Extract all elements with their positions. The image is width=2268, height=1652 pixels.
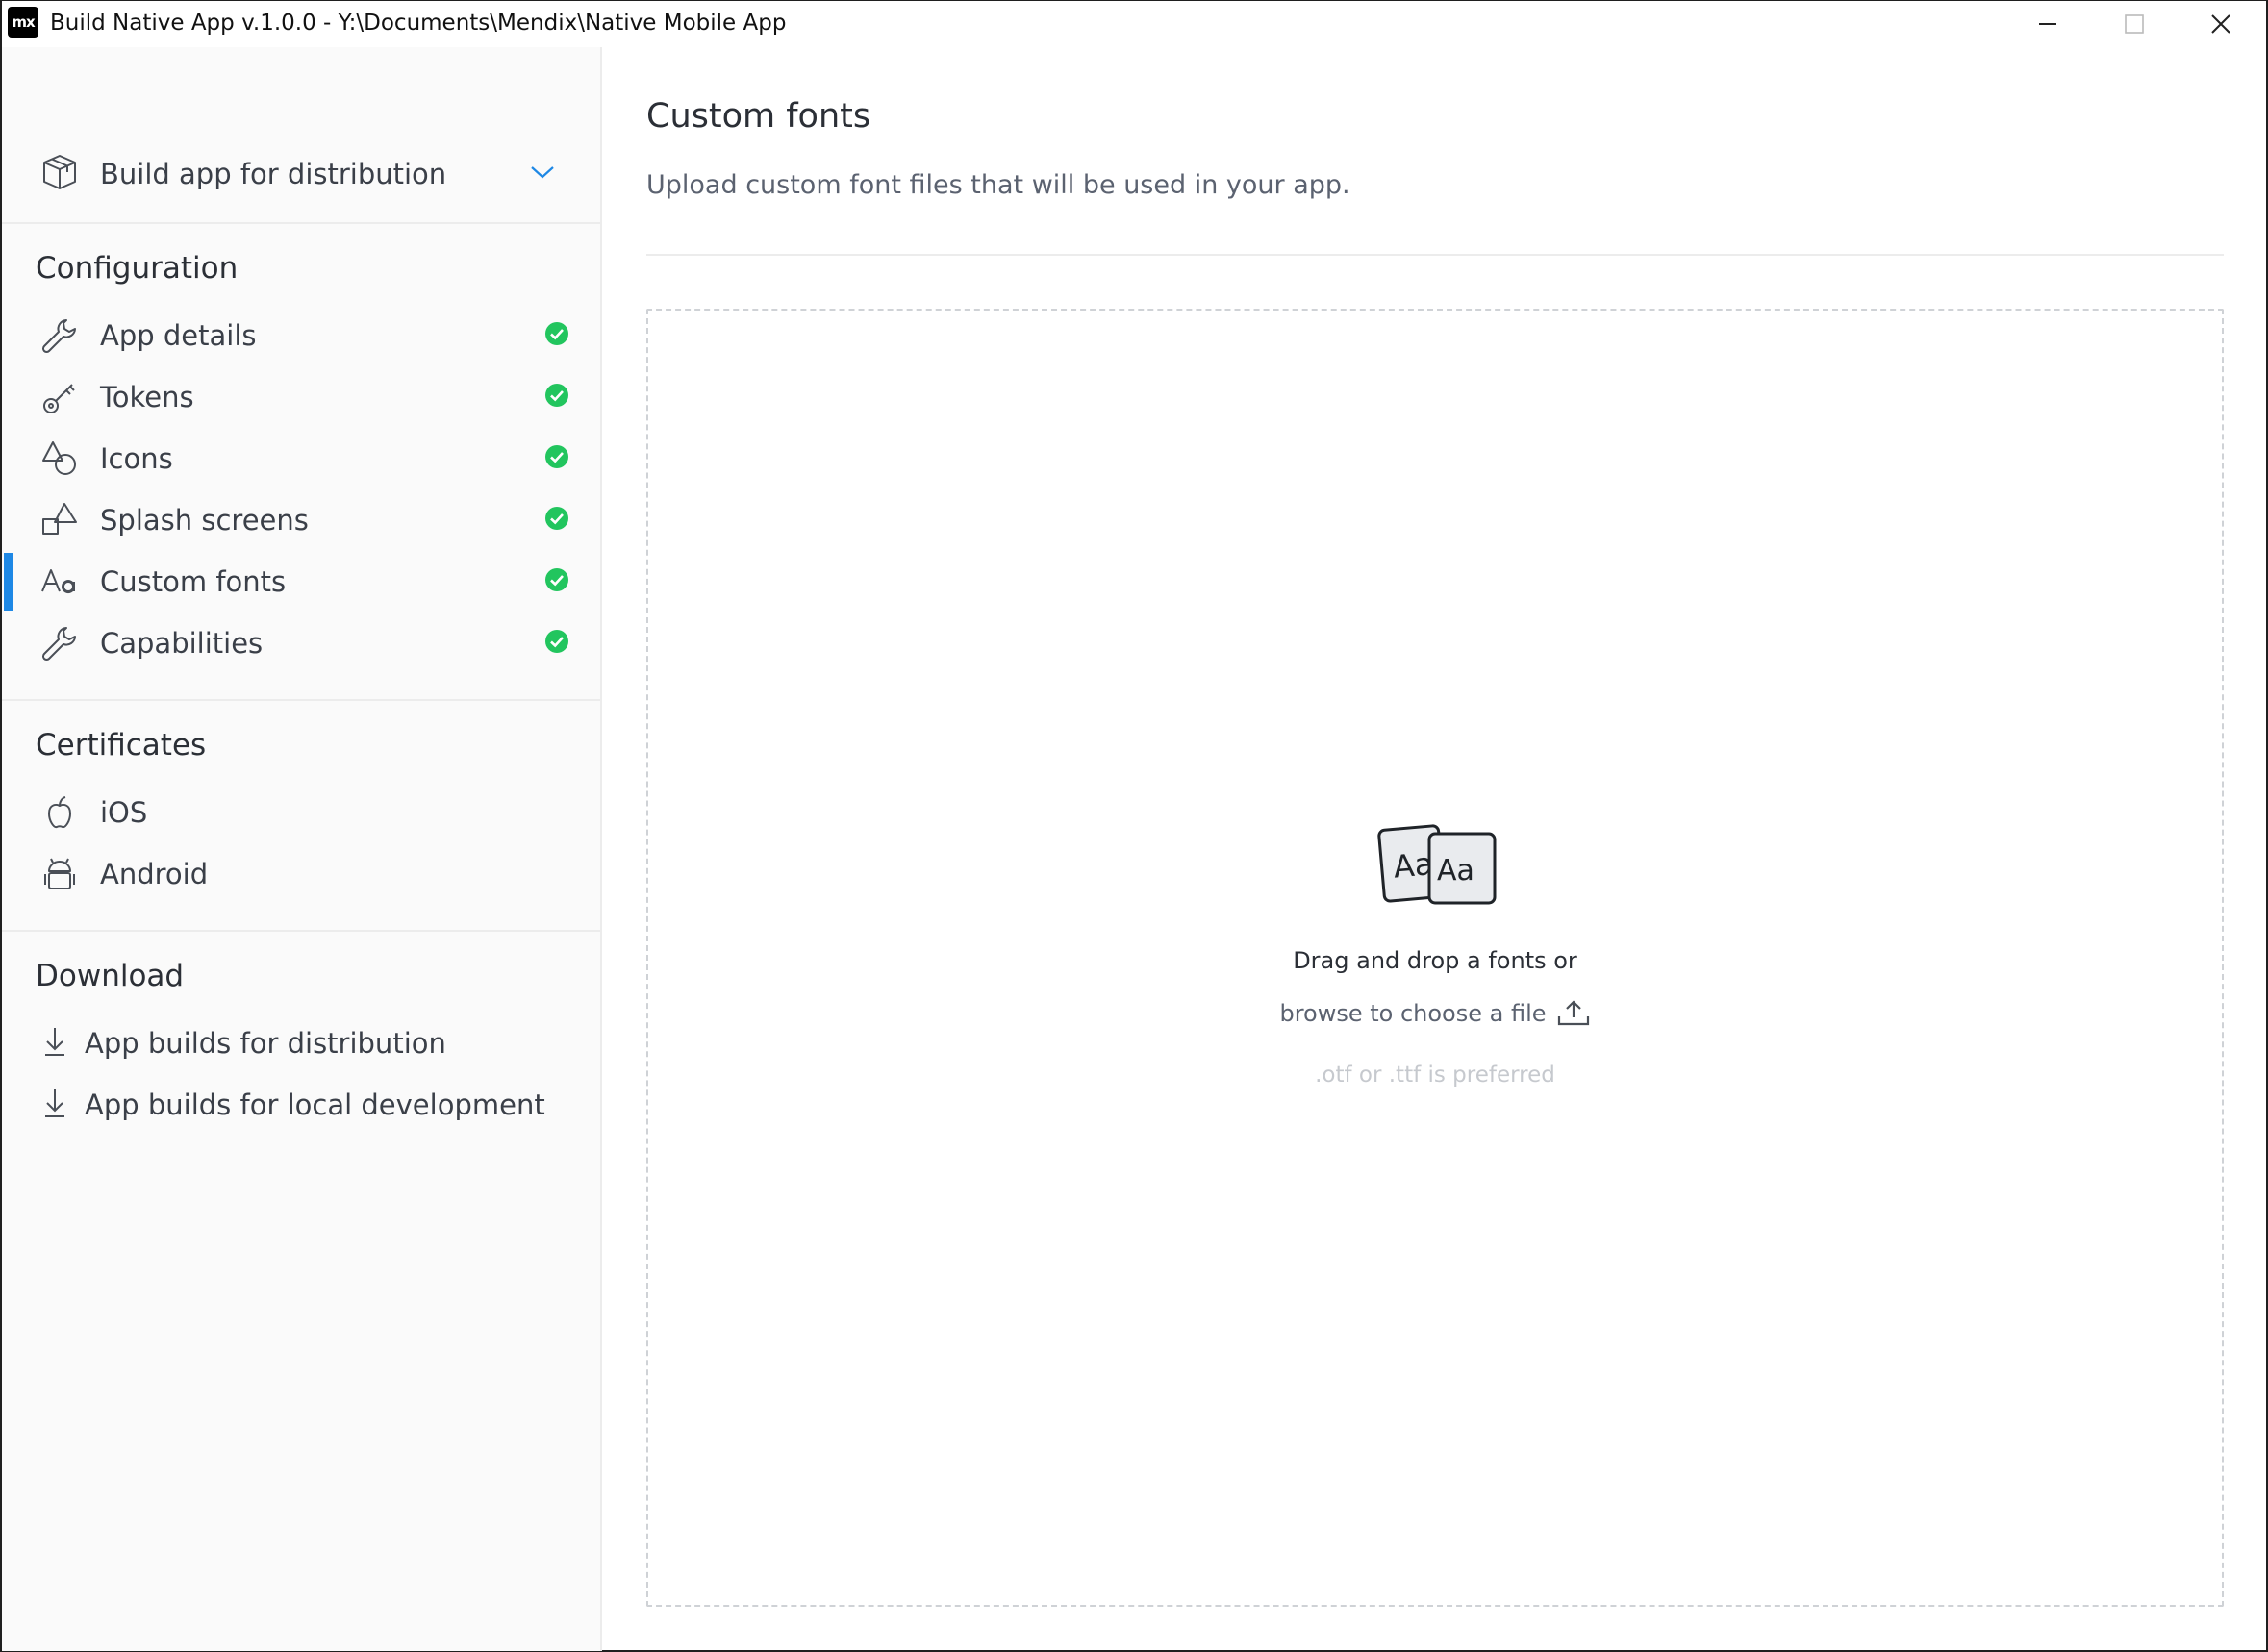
window-title: Build Native App v.1.0.0 - Y:\Documents\… bbox=[50, 11, 787, 36]
nav-item-label: App details bbox=[100, 319, 257, 352]
section-title-certificates: Certificates bbox=[36, 728, 207, 763]
minimize-button[interactable] bbox=[2004, 1, 2091, 47]
page-subtitle: Upload custom font files that will be us… bbox=[646, 170, 1350, 200]
minimize-icon bbox=[2039, 23, 2056, 25]
check-circle-icon bbox=[544, 383, 569, 412]
check-circle-icon bbox=[544, 321, 569, 350]
nav-item-ios[interactable]: iOS bbox=[2, 784, 600, 841]
nav-item-app-details[interactable]: App details bbox=[2, 307, 600, 364]
title-bar: mx Build Native App v.1.0.0 - Y:\Documen… bbox=[2, 1, 2266, 47]
check-circle-icon bbox=[544, 567, 569, 596]
apple-icon bbox=[40, 793, 79, 832]
content-divider bbox=[646, 254, 2224, 256]
sidebar: Build app for distribution Configuration… bbox=[2, 47, 602, 1651]
key-icon bbox=[40, 378, 79, 416]
nav-item-builds-local[interactable]: App builds for local development bbox=[2, 1076, 600, 1134]
close-button[interactable] bbox=[2178, 1, 2264, 47]
nav-item-label: App builds for distribution bbox=[85, 1027, 446, 1060]
maximize-button[interactable] bbox=[2091, 1, 2178, 47]
mendix-logo: mx bbox=[8, 7, 38, 38]
sidebar-divider bbox=[2, 699, 600, 701]
svg-text:Aa: Aa bbox=[1437, 854, 1474, 888]
check-circle-icon bbox=[544, 629, 569, 658]
android-icon bbox=[40, 855, 79, 893]
browse-file-label: browse to choose a file bbox=[1279, 1000, 1547, 1027]
nav-item-label: iOS bbox=[100, 796, 148, 829]
shapes-icon bbox=[40, 439, 79, 478]
build-type-label: Build app for distribution bbox=[100, 158, 447, 190]
nav-item-splash-screens[interactable]: Splash screens bbox=[2, 491, 600, 549]
nav-item-label: Android bbox=[100, 858, 209, 890]
nav-item-builds-distribution[interactable]: App builds for distribution bbox=[2, 1014, 600, 1072]
close-icon bbox=[2211, 14, 2230, 34]
nav-item-android[interactable]: Android bbox=[2, 845, 600, 903]
font-icon bbox=[40, 563, 79, 601]
browse-file-link[interactable]: browse to choose a file bbox=[648, 999, 2222, 1028]
wrench-icon bbox=[40, 624, 79, 663]
wrench-icon bbox=[40, 316, 79, 355]
box-icon bbox=[40, 153, 79, 195]
nav-item-custom-fonts[interactable]: Custom fonts bbox=[2, 553, 600, 611]
app-window: mx Build Native App v.1.0.0 - Y:\Documen… bbox=[0, 0, 2268, 1652]
check-circle-icon bbox=[544, 444, 569, 473]
upload-icon bbox=[1557, 1000, 1589, 1026]
splash-icon bbox=[40, 501, 79, 539]
page-title: Custom fonts bbox=[646, 97, 871, 136]
section-title-download: Download bbox=[36, 959, 185, 993]
nav-item-label: App builds for local development bbox=[85, 1089, 545, 1121]
nav-item-label: Tokens bbox=[100, 381, 194, 413]
font-files-illustration: Aa Aa bbox=[1377, 820, 1499, 911]
nav-item-label: Icons bbox=[100, 442, 173, 475]
sidebar-divider bbox=[2, 930, 600, 932]
dropzone-instruction: Drag and drop a fonts or bbox=[1293, 947, 1577, 974]
nav-item-icons[interactable]: Icons bbox=[2, 430, 600, 488]
nav-item-tokens[interactable]: Tokens bbox=[2, 368, 600, 426]
maximize-icon bbox=[2125, 14, 2144, 34]
download-icon bbox=[42, 1088, 67, 1122]
font-dropzone[interactable]: Aa Aa Drag and drop a fonts or browse to… bbox=[646, 309, 2224, 1607]
build-type-dropdown[interactable]: Build app for distribution bbox=[2, 136, 600, 213]
nav-item-label: Capabilities bbox=[100, 627, 264, 660]
nav-item-label: Custom fonts bbox=[100, 565, 287, 598]
download-icon bbox=[42, 1026, 67, 1061]
file-type-hint: .otf or .ttf is preferred bbox=[1315, 1063, 1555, 1088]
section-title-configuration: Configuration bbox=[36, 251, 239, 286]
nav-item-label: Splash screens bbox=[100, 504, 309, 537]
sidebar-divider bbox=[2, 222, 600, 224]
nav-item-capabilities[interactable]: Capabilities bbox=[2, 614, 600, 672]
chevron-down-icon bbox=[529, 163, 556, 185]
check-circle-icon bbox=[544, 506, 569, 535]
